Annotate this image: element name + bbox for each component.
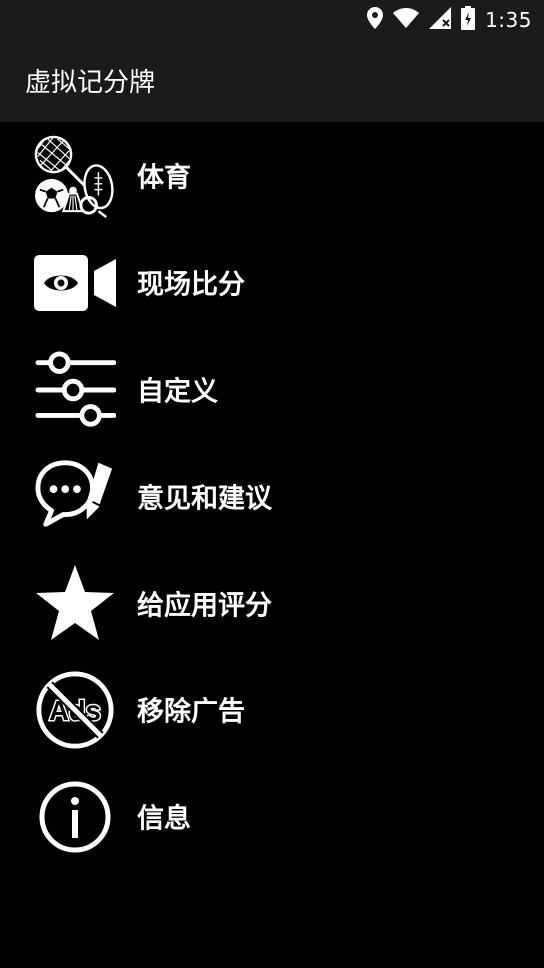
menu-item-live-score[interactable]: 现场比分 (0, 229, 544, 336)
menu-item-label: 给应用评分 (137, 590, 272, 622)
menu-item-customize[interactable]: 自定义 (0, 336, 544, 443)
info-icon (34, 776, 116, 858)
menu-item-label: 信息 (137, 803, 191, 835)
wifi-icon (393, 8, 420, 32)
menu-item-feedback[interactable]: 意见和建议 (0, 442, 544, 549)
menu-item-info[interactable]: 信息 (0, 763, 544, 870)
battery-icon (461, 6, 476, 34)
status-time: 1:35 (485, 8, 532, 32)
menu-item-sports[interactable]: 体育 (0, 122, 544, 229)
sliders-icon (34, 349, 116, 431)
feedback-chat-icon (34, 455, 116, 537)
menu-list: 体育 现场比分 自定义 意见和建议 给应用评分 移除广告 信息 (0, 122, 544, 870)
menu-item-rate-app[interactable]: 给应用评分 (0, 549, 544, 656)
no-ads-icon: Ads (34, 669, 116, 751)
menu-item-remove-ads[interactable]: Ads 移除广告 (0, 656, 544, 763)
status-icons: 1:35 (367, 6, 532, 34)
app-bar: 虚拟记分牌 (0, 40, 544, 122)
menu-item-label: 体育 (137, 162, 191, 194)
menu-item-label: 意见和建议 (137, 483, 272, 515)
star-icon (34, 562, 116, 644)
live-camera-icon (34, 242, 116, 324)
menu-item-label: 自定义 (137, 376, 218, 408)
sports-icon (34, 135, 116, 218)
location-icon (367, 7, 384, 33)
app-title: 虚拟记分牌 (25, 68, 156, 98)
signal-no-sim-icon (429, 7, 452, 33)
menu-item-label: 现场比分 (137, 269, 245, 301)
menu-item-label: 移除广告 (137, 696, 245, 728)
status-bar: 1:35 (0, 0, 544, 40)
